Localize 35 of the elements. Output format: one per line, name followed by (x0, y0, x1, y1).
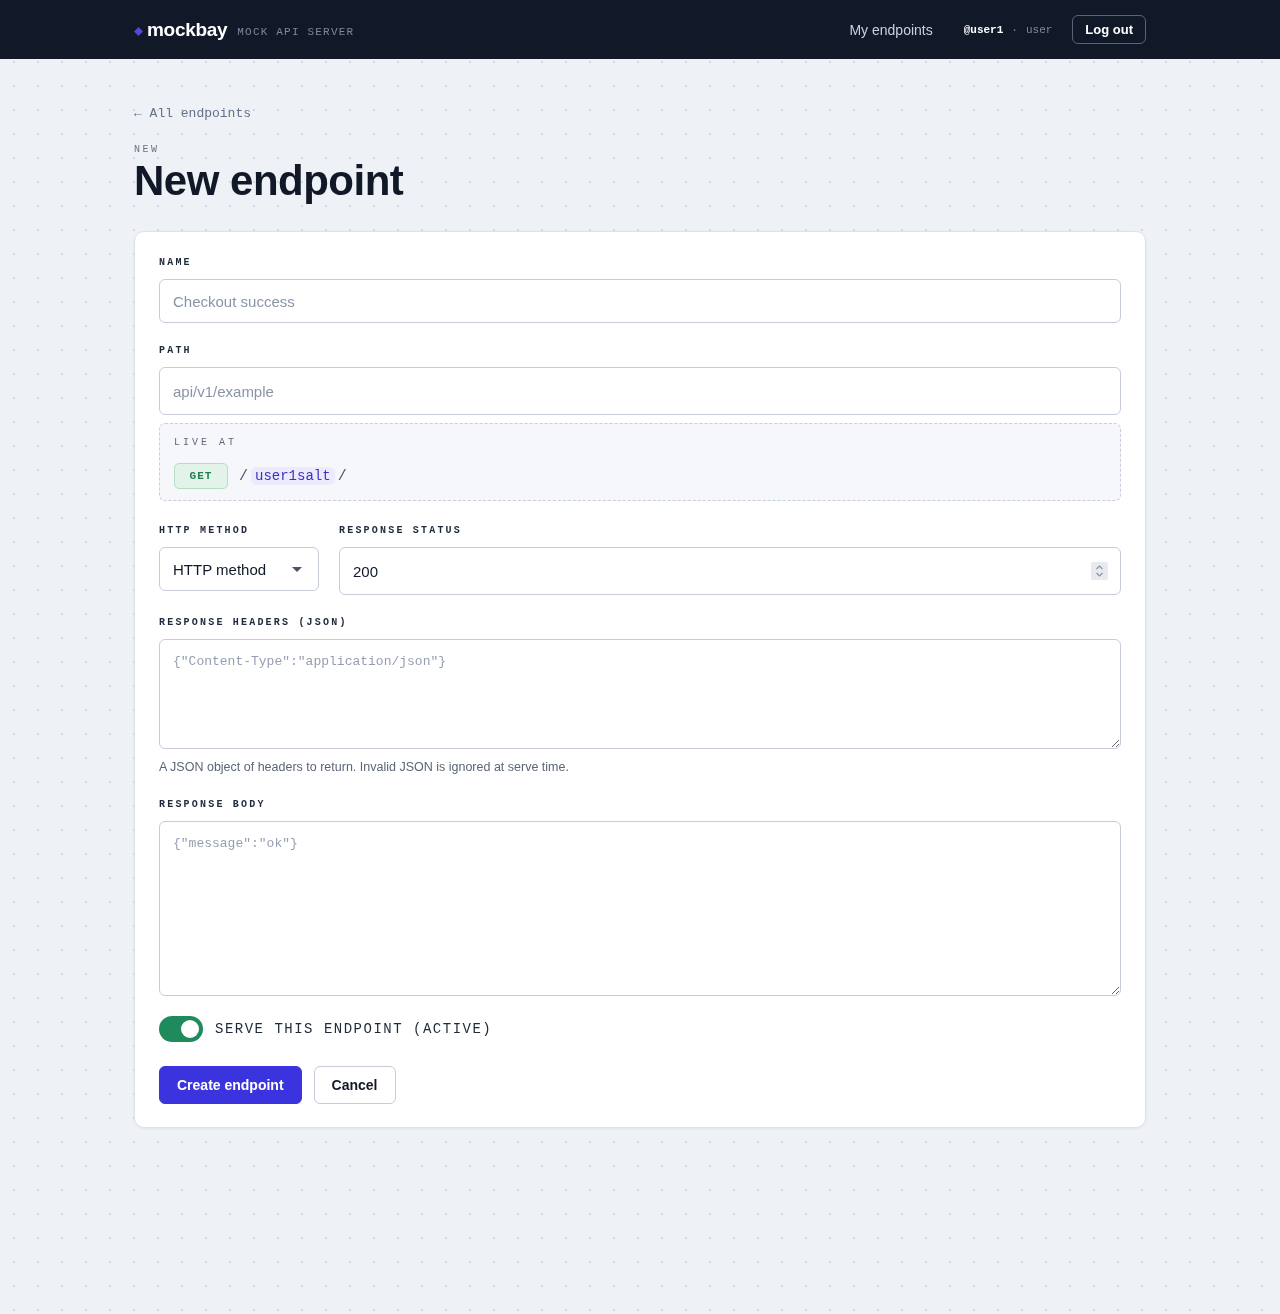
field-label: RESPONSE HEADERS (JSON) (159, 617, 349, 629)
logo-text: mockbay (147, 18, 228, 41)
user-handle: @user1 (963, 23, 1004, 36)
name-input[interactable]: Checkout success (159, 279, 1121, 323)
eyebrow-label: NEW (134, 144, 161, 156)
live-at-label: LIVE AT (174, 437, 238, 449)
create-button[interactable]: Create endpoint (159, 1066, 302, 1104)
field-label: RESPONSE BODY (159, 799, 267, 811)
path-slash: / (337, 467, 347, 485)
field-label: HTTP METHOD (159, 525, 251, 537)
field-label: RESPONSE STATUS (339, 525, 463, 537)
toggle-switch[interactable] (159, 1016, 203, 1042)
tagline: MOCK API SERVER (237, 25, 355, 38)
diamond-icon (134, 26, 143, 36)
path-input[interactable]: api/v1/example (159, 367, 1121, 415)
logout-button[interactable]: Log out (1072, 15, 1146, 44)
field-label: PATH (159, 345, 193, 357)
path-segment: user1salt (251, 467, 335, 485)
toggle-label: SERVE THIS ENDPOINT (ACTIVE) (215, 1021, 493, 1037)
cancel-button[interactable]: Cancel (313, 1066, 396, 1104)
field-label: NAME (159, 257, 193, 269)
back-link[interactable]: ← All endpoints (134, 106, 252, 122)
body-textarea[interactable]: {"message":"ok"} (159, 821, 1121, 996)
headers-textarea[interactable]: {"Content-Type":"application/json"} (159, 639, 1121, 749)
nav-link[interactable]: My endpoints (849, 21, 933, 38)
user-role: user (1025, 23, 1053, 36)
stepper-arrows-icon[interactable] (1091, 562, 1108, 580)
caret-down-icon (292, 566, 302, 572)
page-title: New endpoint (134, 157, 405, 205)
separator-dot: · (1011, 23, 1018, 36)
method-badge: GET (174, 463, 228, 489)
method-select[interactable]: HTTP method (159, 547, 319, 591)
helper-text: A JSON object of headers to return. Invalid JSON is ignored at serve time. (159, 759, 570, 775)
status-input[interactable]: 200 (339, 547, 1121, 595)
path-slash: / (239, 467, 248, 485)
